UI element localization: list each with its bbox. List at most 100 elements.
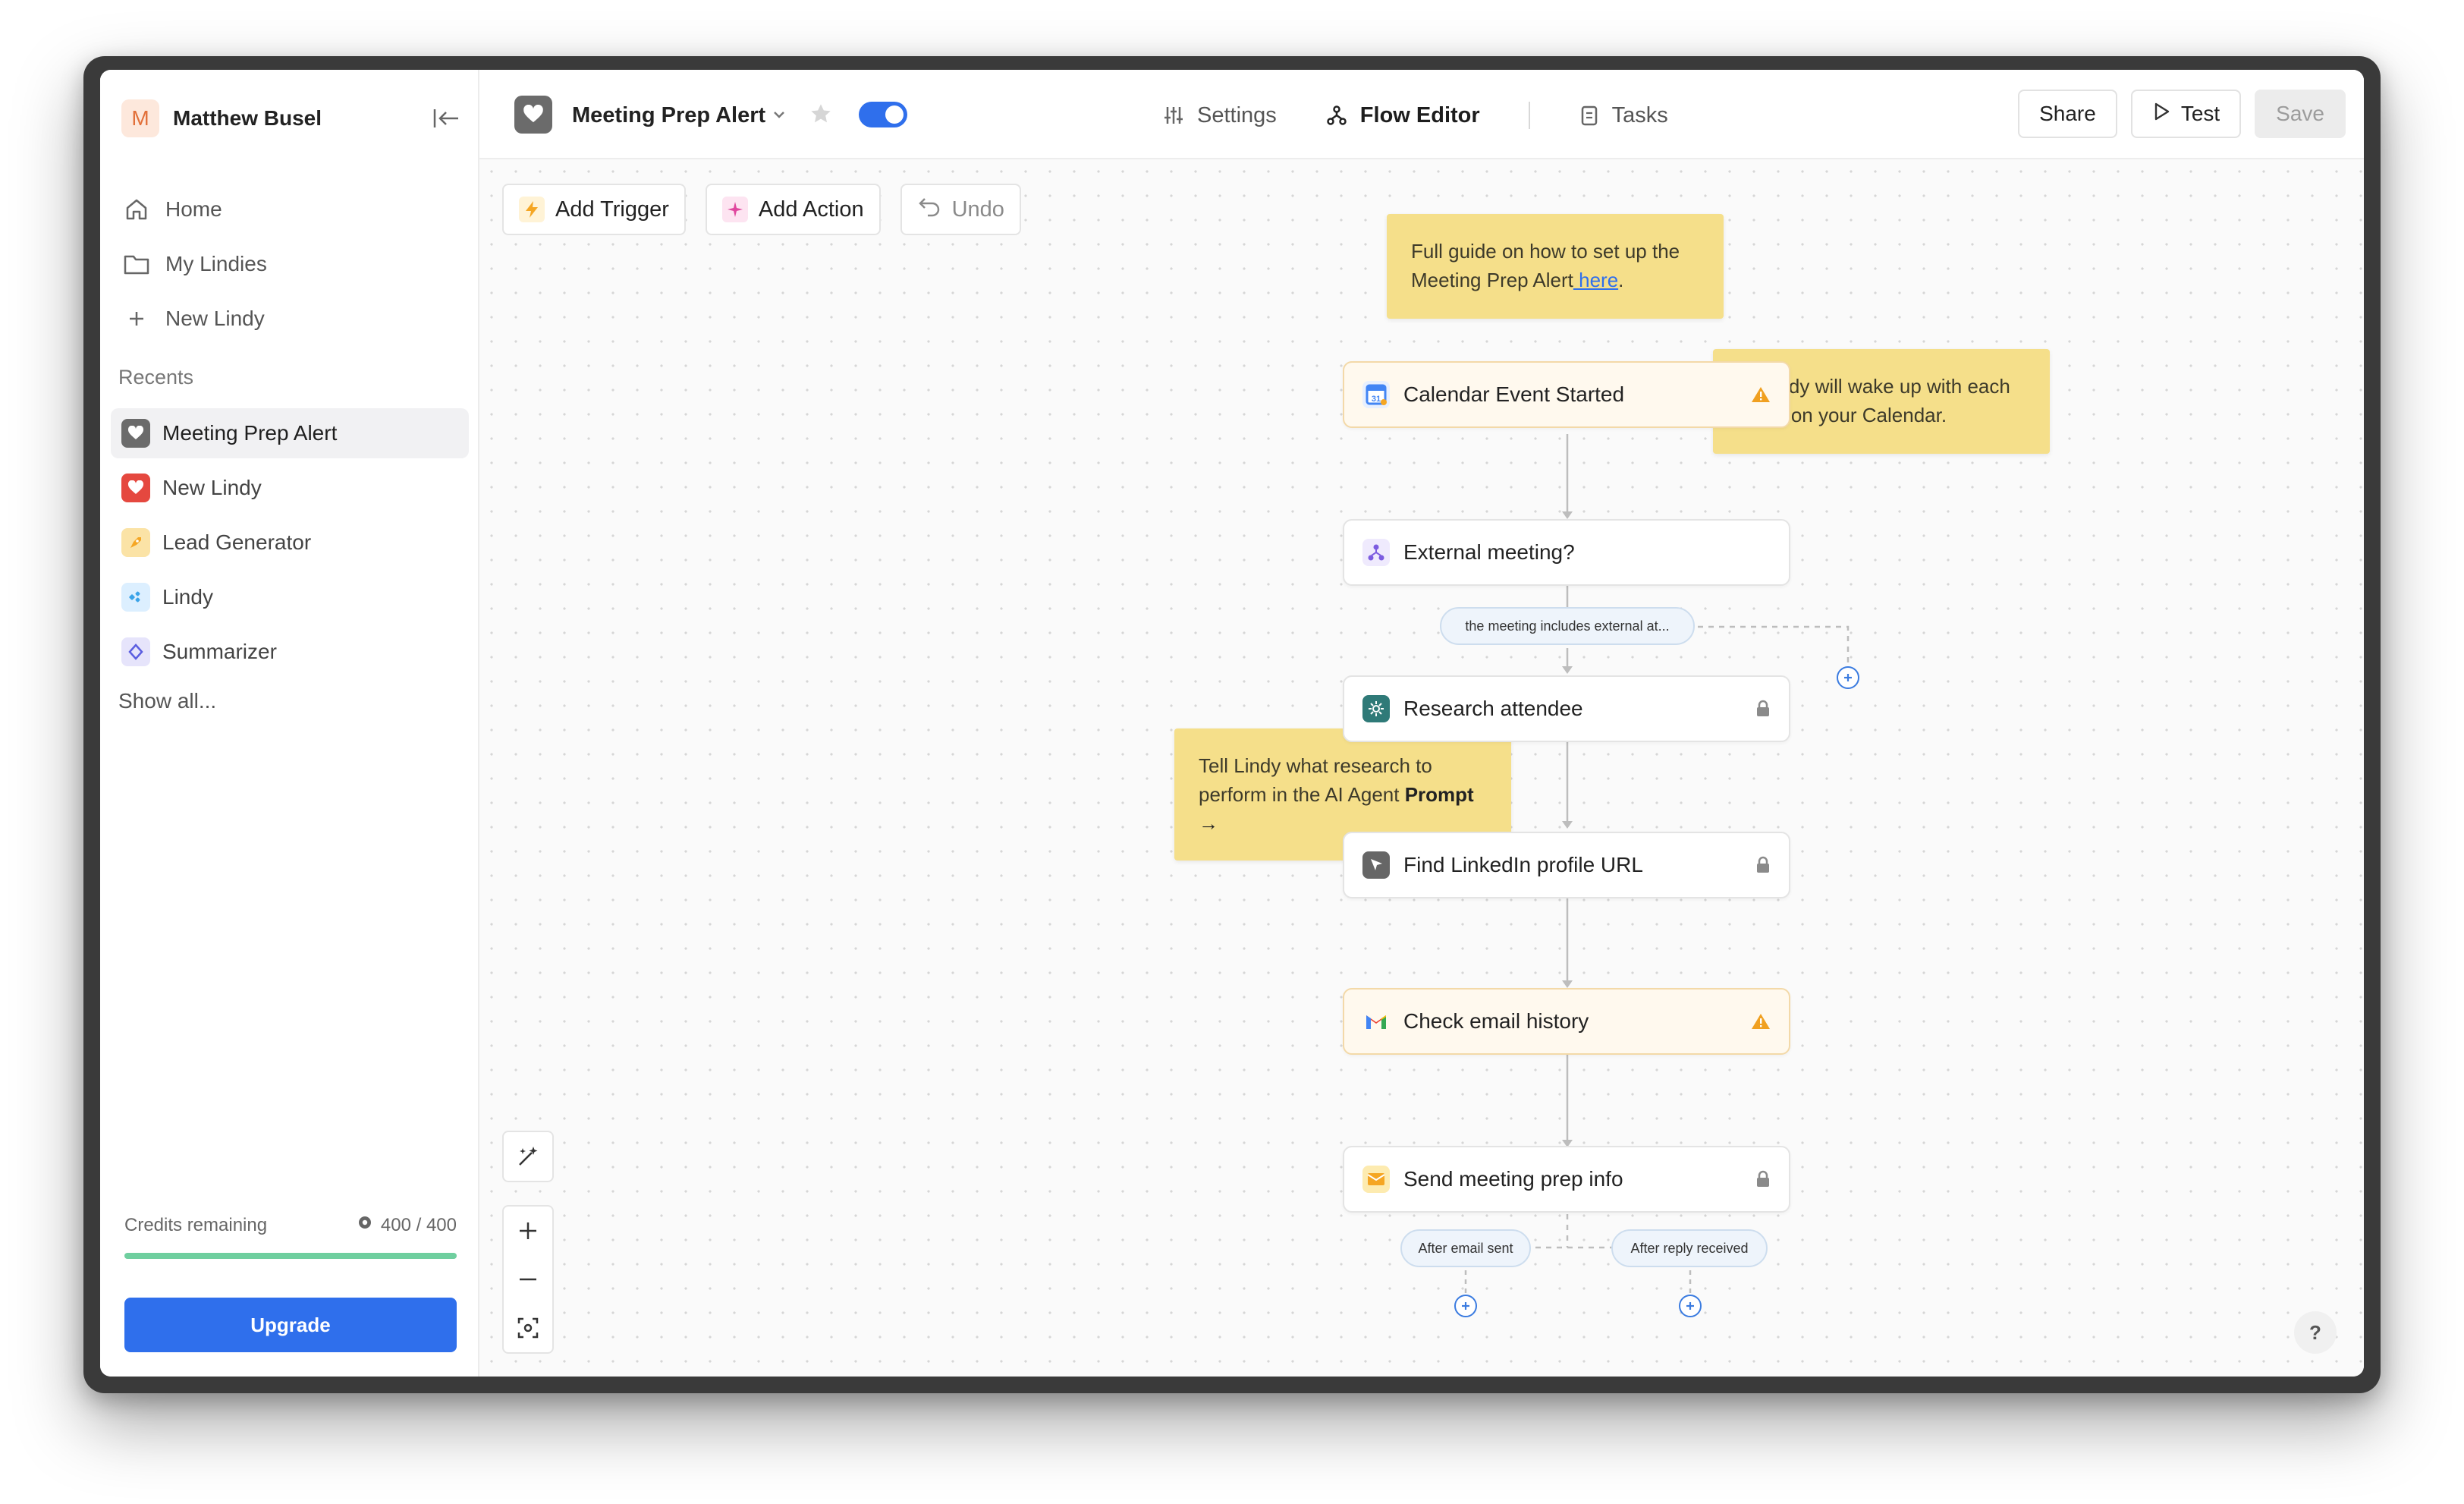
flow-canvas[interactable]: Add Trigger Add Action Undo Full guide o… bbox=[479, 159, 2364, 1377]
branch-after-email-sent[interactable]: After email sent bbox=[1400, 1229, 1531, 1267]
guide-note-period: . bbox=[1618, 269, 1624, 291]
node-find-linkedin-profile-url[interactable]: Find LinkedIn profile URL bbox=[1343, 832, 1790, 898]
tab-tasks[interactable]: Tasks bbox=[1579, 103, 1668, 128]
clipboard-icon bbox=[1579, 104, 1600, 127]
node-label: Research attendee bbox=[1403, 697, 1583, 720]
home-icon bbox=[121, 194, 152, 225]
diamond-icon bbox=[121, 637, 150, 666]
recent-item-summarizer[interactable]: Summarizer bbox=[111, 627, 469, 677]
test-button[interactable]: Test bbox=[2130, 90, 2242, 138]
avatar[interactable]: M bbox=[121, 99, 159, 137]
plus-icon bbox=[121, 304, 152, 334]
show-all-link[interactable]: Show all... bbox=[118, 689, 216, 713]
user-name: Matthew Busel bbox=[173, 106, 322, 130]
lightning-icon bbox=[519, 197, 545, 222]
branch-after-reply-received[interactable]: After reply received bbox=[1611, 1229, 1768, 1267]
undo-icon bbox=[917, 196, 941, 223]
node-label: Check email history bbox=[1403, 1009, 1589, 1033]
google-calendar-icon: 31 bbox=[1362, 381, 1390, 408]
warning-icon bbox=[1751, 1012, 1771, 1030]
branch-icon bbox=[1362, 539, 1390, 566]
envelope-icon bbox=[1362, 1166, 1390, 1193]
recent-item-label: Meeting Prep Alert bbox=[162, 421, 338, 445]
zoom-out-icon[interactable] bbox=[504, 1255, 552, 1304]
sparkle-icon bbox=[121, 583, 150, 612]
gear-icon bbox=[357, 1214, 373, 1236]
save-label: Save bbox=[2276, 102, 2324, 125]
upgrade-button[interactable]: Upgrade bbox=[124, 1298, 457, 1352]
branch-condition-pill[interactable]: the meeting includes external at... bbox=[1440, 607, 1695, 645]
flow-enabled-toggle[interactable] bbox=[859, 102, 907, 127]
save-button[interactable]: Save bbox=[2255, 90, 2346, 138]
topbar: Meeting Prep Alert Settings Flow Editor bbox=[479, 70, 2364, 159]
share-label: Share bbox=[2039, 102, 2096, 125]
node-label: External meeting? bbox=[1403, 540, 1575, 564]
recent-item-meeting-prep-alert[interactable]: Meeting Prep Alert bbox=[111, 408, 469, 458]
credits-value: 400 / 400 bbox=[380, 1214, 457, 1235]
flow-icon bbox=[1325, 104, 1348, 127]
sidebar-item-my-lindies[interactable]: My Lindies bbox=[118, 237, 467, 291]
topbar-actions: Share Test Save bbox=[2018, 90, 2346, 138]
node-send-meeting-prep-info[interactable]: Send meeting prep info bbox=[1343, 1146, 1790, 1213]
magic-wand-button[interactable] bbox=[502, 1131, 554, 1182]
heart-icon bbox=[514, 96, 552, 134]
sidebar-item-label: My Lindies bbox=[165, 252, 267, 275]
tab-label: Tasks bbox=[1611, 102, 1668, 127]
canvas-toolbar: Add Trigger Add Action Undo bbox=[502, 184, 1021, 235]
guide-link[interactable]: here bbox=[1573, 269, 1618, 291]
node-research-attendee[interactable]: Research attendee bbox=[1343, 675, 1790, 742]
recent-item-label: New Lindy bbox=[162, 476, 262, 499]
zoom-in-icon[interactable] bbox=[504, 1207, 552, 1255]
node-label: Calendar Event Started bbox=[1403, 382, 1625, 406]
guide-note-text: Full guide on how to set up the Meeting … bbox=[1411, 240, 1680, 291]
add-step-plus-icon[interactable] bbox=[1454, 1295, 1477, 1317]
tab-settings[interactable]: Settings bbox=[1162, 103, 1277, 128]
ai-agent-icon bbox=[1362, 695, 1390, 722]
chevron-down-icon[interactable] bbox=[771, 106, 787, 127]
node-external-meeting[interactable]: External meeting? bbox=[1343, 519, 1790, 586]
add-trigger-label: Add Trigger bbox=[555, 197, 669, 222]
add-step-plus-icon[interactable] bbox=[1837, 666, 1859, 689]
branch-condition-label: the meeting includes external at... bbox=[1465, 618, 1670, 634]
flow-title[interactable]: Meeting Prep Alert bbox=[572, 103, 765, 128]
add-step-plus-icon[interactable] bbox=[1679, 1295, 1702, 1317]
tab-flow-editor[interactable]: Flow Editor bbox=[1325, 103, 1480, 128]
help-button[interactable]: ? bbox=[2294, 1311, 2337, 1354]
magic-wand-icon bbox=[504, 1132, 552, 1181]
branch-label: After email sent bbox=[1418, 1240, 1513, 1256]
node-check-email-history[interactable]: Check email history bbox=[1343, 988, 1790, 1055]
zoom-controls bbox=[502, 1131, 554, 1354]
recent-item-lindy[interactable]: Lindy bbox=[111, 572, 469, 622]
sliders-icon bbox=[1162, 104, 1185, 127]
fit-view-icon[interactable] bbox=[504, 1304, 552, 1352]
tab-label: Settings bbox=[1197, 102, 1277, 127]
collapse-sidebar-icon[interactable] bbox=[429, 102, 463, 135]
credits-progress-bar bbox=[124, 1253, 457, 1259]
undo-button[interactable]: Undo bbox=[900, 184, 1021, 235]
sidebar-item-home[interactable]: Home bbox=[118, 182, 467, 237]
tab-label: Flow Editor bbox=[1359, 102, 1480, 127]
branch-label: After reply received bbox=[1630, 1240, 1749, 1256]
node-calendar-event-started[interactable]: 31 Calendar Event Started bbox=[1343, 361, 1790, 428]
sidebar-item-label: New Lindy bbox=[165, 307, 265, 330]
tab-bar: Settings Flow Editor Tasks bbox=[1162, 93, 1717, 138]
heart-icon bbox=[121, 474, 150, 502]
credits-panel: Credits remaining 400 / 400 bbox=[124, 1214, 457, 1259]
sidebar-item-new-lindy[interactable]: New Lindy bbox=[118, 291, 467, 346]
lock-icon bbox=[1755, 700, 1771, 718]
recent-item-lead-generator[interactable]: Lead Generator bbox=[111, 518, 469, 568]
add-action-button[interactable]: Add Action bbox=[705, 184, 881, 235]
guide-note: Full guide on how to set up the Meeting … bbox=[1387, 214, 1724, 319]
sidebar-nav: Home My Lindies New Lindy bbox=[118, 182, 467, 346]
recent-item-new-lindy[interactable]: New Lindy bbox=[111, 463, 469, 513]
user-row[interactable]: M Matthew Busel bbox=[121, 97, 463, 140]
add-action-label: Add Action bbox=[758, 197, 864, 222]
recent-item-label: Lead Generator bbox=[162, 530, 312, 554]
test-label: Test bbox=[2180, 102, 2220, 125]
star-icon[interactable] bbox=[809, 102, 833, 130]
rocket-icon bbox=[121, 528, 150, 557]
credits-progress-fill bbox=[124, 1253, 457, 1259]
sidebar-item-label: Home bbox=[165, 197, 222, 221]
add-trigger-button[interactable]: Add Trigger bbox=[502, 184, 686, 235]
share-button[interactable]: Share bbox=[2018, 90, 2117, 138]
